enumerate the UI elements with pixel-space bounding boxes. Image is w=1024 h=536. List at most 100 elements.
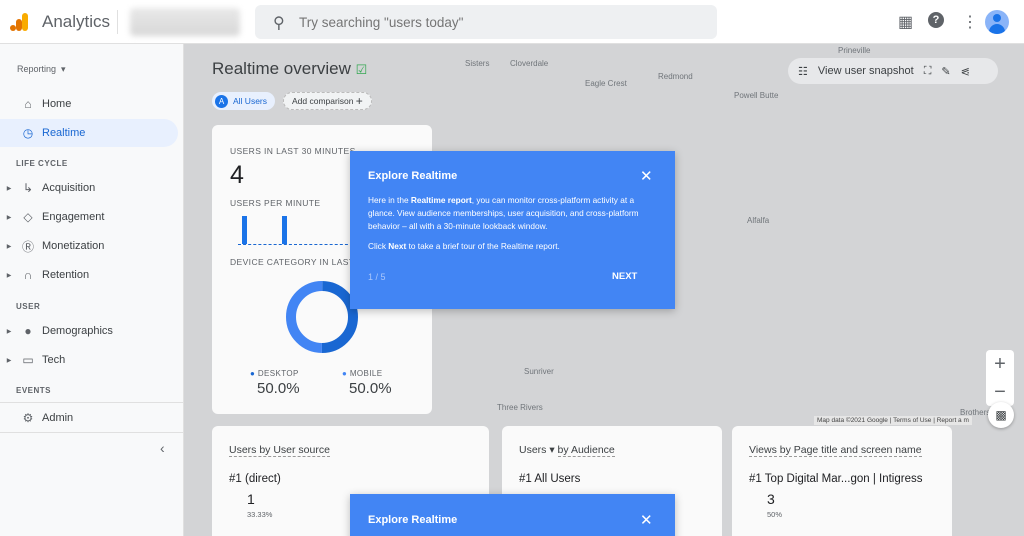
account-avatar[interactable] [985,10,1009,34]
help-icon[interactable]: ? [928,12,944,28]
sidebar-item-realtime[interactable]: ◷ Realtime [0,119,178,147]
map-label: Sisters [465,59,490,68]
map-label: Alfalfa [747,216,770,225]
card-title[interactable]: Views by Page title and screen name [749,444,922,457]
sidebar-item-label: Acquisition [42,182,96,194]
text: Realtime report [410,195,472,205]
map-label: Cloverdale [510,59,549,68]
map-label: Eagle Crest [585,79,627,88]
tour-step: 1 / 5 [368,272,386,282]
add-comparison-button[interactable]: Add comparison + [283,92,372,110]
top-value: 1 [247,491,255,507]
per-minute-bar [282,216,287,244]
next-button[interactable]: NEXT [612,271,637,282]
expand-icon[interactable]: ▶ [4,214,14,221]
sidebar-item-label: Realtime [42,127,86,139]
top-item: All Users [534,473,581,485]
acquisition-icon: ↳ [22,181,34,195]
tour-title: Explore Realtime [368,170,458,182]
sidebar-item-monetization[interactable]: ▶ Ⓡ Monetization [0,232,178,260]
sidebar-item-demographics[interactable]: ▶ ● Demographics [0,317,178,345]
per-minute-baseline [238,244,353,245]
device-category-label: DEVICE CATEGORY IN LAST [230,257,355,267]
more-vert-icon[interactable]: ⋮ [962,12,978,32]
search-input[interactable] [299,5,699,39]
sidebar-item-home[interactable]: ⌂ Home [0,90,178,118]
sidebar-item-admin[interactable]: ⚙ Admin [0,404,178,432]
sidebar-item-retention[interactable]: ▶ ∩ Retention [0,261,178,289]
section-life-cycle: LIFE CYCLE [16,159,68,168]
map-data-text: Map data ©2021 Google [817,417,888,424]
app-name: Analytics [42,12,111,31]
fullscreen-icon[interactable]: ⛶ [924,65,932,78]
map-label: Prineville [838,46,871,55]
zoom-in-button[interactable]: + [986,350,1014,378]
expand-icon[interactable]: ▶ [4,243,14,250]
customize-report-icon[interactable]: ✎ [941,65,950,78]
rank: #1 [519,473,532,485]
tour-title: Explore Realtime [368,514,458,526]
expand-icon[interactable]: ▶ [4,328,14,335]
metric-dropdown[interactable]: Users [519,444,546,456]
segment-chip[interactable]: A All Users [212,92,276,110]
desktop-value: 50.0% [257,380,300,397]
divider [0,432,184,433]
terms-link[interactable]: Terms of Use [893,417,931,424]
expand-icon[interactable]: ▶ [4,185,14,192]
sidebar-item-acquisition[interactable]: ▶ ↳ Acquisition [0,174,178,202]
clock-icon: ◷ [22,126,34,140]
sidebar-item-label: Retention [42,269,90,281]
plus-icon: + [355,94,363,108]
sidebar-item-tech[interactable]: ▶ ▭ Tech [0,346,178,374]
map-label: Powell Butte [734,91,779,100]
globe-icon: ● [24,324,32,338]
map-label: Sunriver [524,367,554,376]
section-user: USER [16,302,41,311]
expand-icon[interactable]: ▶ [4,272,14,279]
account-selector[interactable] [130,8,240,36]
collapse-sidebar-icon[interactable]: ‹ [160,440,165,456]
rank: #1 [749,473,762,485]
text: Next [388,241,407,251]
per-minute-bar [242,216,247,244]
text: to take a brief tour of the Realtime rep… [406,241,560,251]
share-icon[interactable]: ⪗ [961,65,970,78]
tour-body: Here in the Realtime report, you can mon… [368,194,663,233]
top-value: 3 [767,491,775,507]
users-30min-label: USERS IN LAST 30 MINUTES [230,146,356,156]
text: Click [368,241,389,251]
report-link[interactable]: Report a m [937,417,969,424]
mobile-label: MOBILE [349,369,383,378]
sidebar-item-label: Engagement [42,211,105,223]
sidebar-item-engagement[interactable]: ▶ ◇ Engagement [0,203,178,231]
devices-icon: ▭ [22,353,34,367]
search-bar[interactable]: ⚲ [255,5,717,39]
tour-popover: Explore Realtime ✕ Here in the Realtime … [350,151,675,309]
close-icon[interactable]: ✕ [640,167,653,185]
card-title[interactable]: Users by User source [229,444,330,457]
page-views-card: Views by Page title and screen name #1 T… [732,426,952,536]
view-user-snapshot-button[interactable]: View user snapshot [818,65,914,77]
section-events: EVENTS [16,386,52,395]
reporting-dropdown[interactable]: Reporting ▾ [17,64,66,75]
desktop-legend-dot: ● [250,369,256,378]
dimension-label[interactable]: by Audience [557,444,615,457]
top-pct: 33.33% [247,510,273,519]
sidebar-item-label: Admin [42,412,74,424]
sidebar: Reporting ▾ ⌂ Home ◷ Realtime LIFE CYCLE ▶… [0,44,184,536]
divider [0,402,184,403]
expand-icon[interactable]: ▶ [4,357,14,364]
top-bar: Analytics ⚲ ▦ ? ⋮ [0,0,1024,44]
home-icon: ⌂ [24,97,32,111]
device-donut-chart [286,281,358,353]
saved-report-icon: ☑ [355,62,368,77]
segment-label: All Users [233,96,268,106]
feedback-icon[interactable]: ▩ [988,402,1014,428]
segment-badge: A [215,94,228,108]
close-icon[interactable]: ✕ [640,511,653,529]
gear-icon: ⚙ [22,411,34,425]
dollar-icon: Ⓡ [21,239,34,254]
search-icon: ⚲ [273,15,285,32]
apps-icon[interactable]: ▦ [898,12,913,32]
top-item: (direct) [245,473,281,485]
